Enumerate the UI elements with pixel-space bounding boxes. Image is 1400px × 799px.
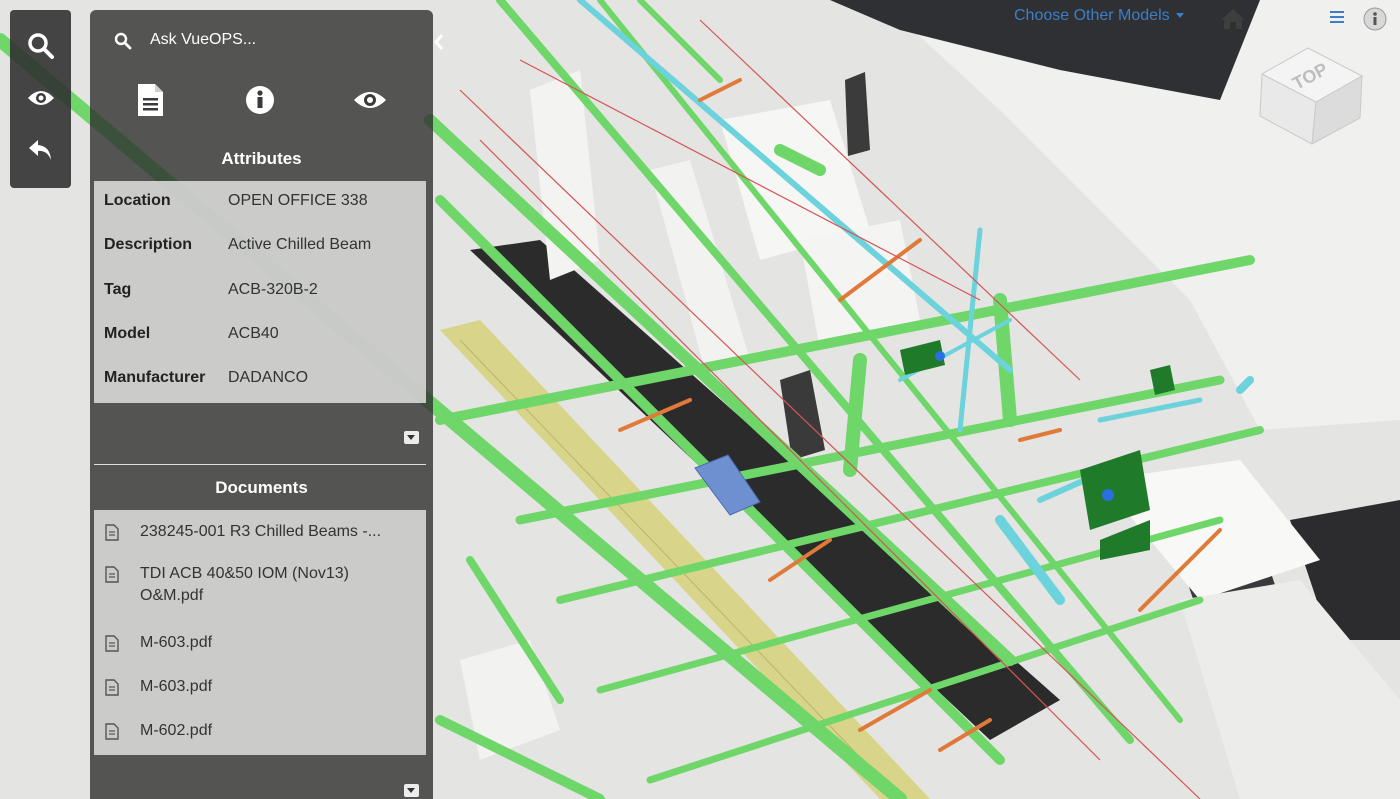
attribute-value: OPEN OFFICE 338 <box>228 192 368 209</box>
file-icon <box>105 679 119 696</box>
attribute-key: Description <box>104 236 193 253</box>
document-link[interactable]: 238245-001 R3 Chilled Beams -... <box>94 521 426 545</box>
document-link[interactable]: M-603.pdf <box>94 632 426 656</box>
attribute-value: ACB-320B-2 <box>228 281 318 298</box>
attribute-key: Manufacturer <box>104 369 206 386</box>
search-tool-button[interactable] <box>10 24 71 68</box>
undo-tool-button[interactable] <box>10 128 71 172</box>
collapse-panel-button[interactable] <box>432 32 446 52</box>
documents-list: 238245-001 R3 Chilled Beams -... TDI ACB… <box>94 510 426 755</box>
undo-icon <box>28 140 51 160</box>
file-icon <box>105 635 119 652</box>
tab-visibility[interactable] <box>350 80 390 120</box>
view-cube[interactable]: TOP <box>1256 44 1366 148</box>
visibility-tool-button[interactable] <box>10 76 71 120</box>
tool-rail <box>10 10 71 188</box>
file-icon <box>105 566 119 583</box>
document-name: TDI ACB 40&50 IOM (Nov13) O&M.pdf <box>140 565 349 604</box>
document-name: 238245-001 R3 Chilled Beams -... <box>140 523 382 540</box>
document-link[interactable]: M-602.pdf <box>94 720 426 744</box>
caret-down-icon <box>1175 13 1184 19</box>
section-divider <box>94 464 426 465</box>
attributes-expand-icon[interactable] <box>404 431 419 444</box>
attribute-key: Tag <box>104 281 132 298</box>
document-link[interactable]: TDI ACB 40&50 IOM (Nov13) O&M.pdf <box>94 563 426 609</box>
home-icon[interactable] <box>1220 8 1246 30</box>
attribute-key: Location <box>104 192 171 209</box>
attributes-heading: Attributes <box>221 149 302 168</box>
search-icon <box>27 33 54 59</box>
tab-attributes[interactable] <box>240 80 280 120</box>
hamburger-menu-icon[interactable] <box>1328 8 1348 26</box>
document-name: M-603.pdf <box>140 678 213 695</box>
chevron-left-icon <box>434 34 444 50</box>
document-link[interactable]: M-603.pdf <box>94 676 426 700</box>
ask-vueops-search[interactable]: Ask VueOPS... <box>90 10 433 72</box>
file-icon <box>105 524 119 541</box>
attribute-value: Active Chilled Beam <box>228 236 372 253</box>
choose-other-models-label: Choose Other Models <box>1014 7 1170 24</box>
attributes-table: Location OPEN OFFICE 338 Description Act… <box>94 181 426 403</box>
documents-heading: Documents <box>215 478 308 497</box>
document-name: M-603.pdf <box>140 634 213 651</box>
eye-icon <box>27 91 54 105</box>
tab-documents[interactable] <box>130 80 170 120</box>
search-input[interactable]: Ask VueOPS... <box>150 31 256 49</box>
attribute-value: DADANCO <box>228 369 309 386</box>
document-name: M-602.pdf <box>140 722 213 739</box>
attribute-key: Model <box>104 325 151 342</box>
file-icon <box>105 723 119 740</box>
info-icon <box>246 86 274 114</box>
documents-expand-icon[interactable] <box>404 784 419 797</box>
attribute-value: ACB40 <box>228 325 279 342</box>
properties-panel: Ask VueOPS... Attributes Location OPEN O… <box>90 10 444 799</box>
search-icon <box>114 32 132 50</box>
choose-other-models-dropdown[interactable]: Choose Other Models <box>1014 7 1184 25</box>
info-icon[interactable] <box>1363 7 1387 31</box>
eye-icon <box>354 92 386 108</box>
document-icon <box>138 84 163 116</box>
